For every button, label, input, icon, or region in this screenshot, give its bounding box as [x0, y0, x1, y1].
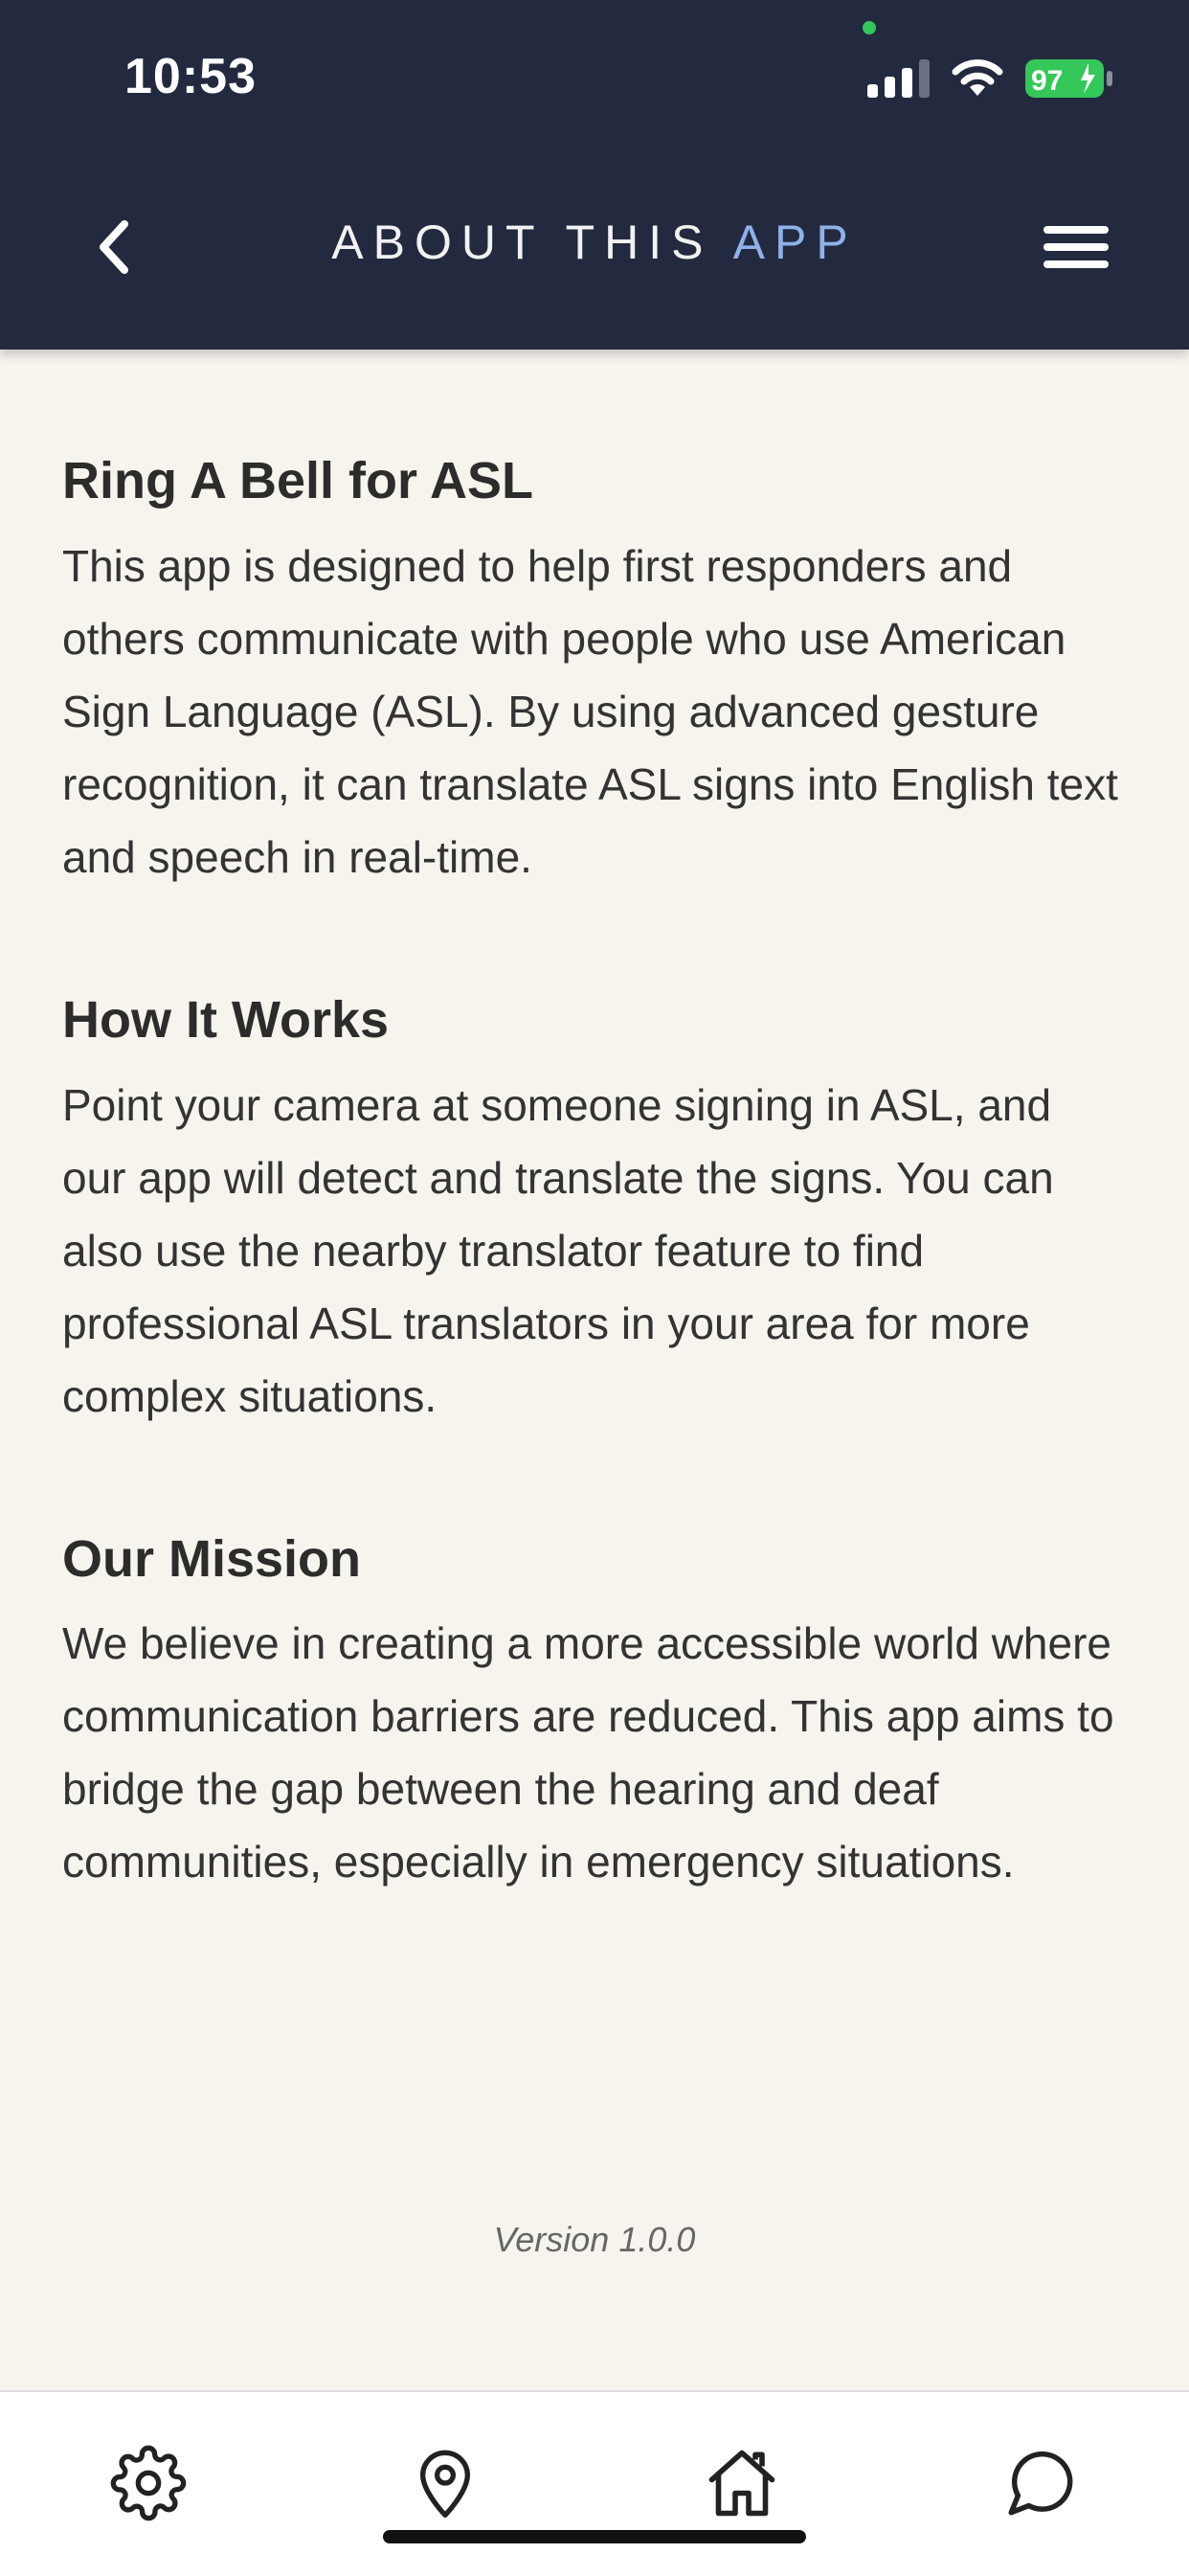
section-heading: Ring A Bell for ASL: [62, 452, 533, 509]
wifi-icon: [952, 59, 1003, 96]
battery-charging-icon: 97: [1025, 57, 1113, 100]
section-body: Point your camera at someone signing in …: [62, 1079, 1054, 1421]
tab-location[interactable]: [402, 2440, 488, 2526]
section-heading: Our Mission: [62, 1529, 362, 1588]
status-time: 10:53: [124, 49, 257, 104]
home-indicator: [383, 2530, 806, 2543]
tab-home[interactable]: [699, 2440, 785, 2526]
camera-indicator-dot: [863, 21, 876, 34]
version-label: Version 1.0.0: [493, 2220, 696, 2259]
section-intro: Ring A Bell for ASL This app is designed…: [62, 450, 1127, 893]
section-how-it-works: How It Works Point your camera at someon…: [62, 989, 1127, 1433]
tab-chat[interactable]: [998, 2440, 1084, 2526]
location-pin-icon: [420, 2450, 470, 2518]
battery-level: 97: [1031, 65, 1063, 97]
home-icon: [708, 2450, 775, 2517]
bottom-tab-bar: [0, 2390, 1189, 2576]
section-body: We believe in creating a more accessible…: [62, 1618, 1114, 1887]
section-heading: How It Works: [62, 990, 390, 1049]
page-title: ABOUT THIS APP: [0, 215, 1189, 270]
gear-icon: [110, 2445, 187, 2521]
chat-bubble-icon: [1008, 2451, 1073, 2516]
section-body: This app is designed to help first respo…: [62, 540, 1118, 882]
section-mission: Our Mission We believe in creating a mor…: [62, 1528, 1127, 1899]
page-title-main: ABOUT THIS: [331, 215, 713, 269]
cellular-signal-icon: [867, 59, 930, 98]
app-header: 10:53 97 ABOUT THIS APP: [0, 0, 1189, 350]
page-title-accent: APP: [732, 215, 858, 269]
hamburger-menu-icon: [1043, 226, 1109, 268]
tab-settings[interactable]: [105, 2440, 191, 2526]
menu-button[interactable]: [1040, 216, 1112, 278]
about-content: Ring A Bell for ASL This app is designed…: [62, 450, 1127, 1994]
